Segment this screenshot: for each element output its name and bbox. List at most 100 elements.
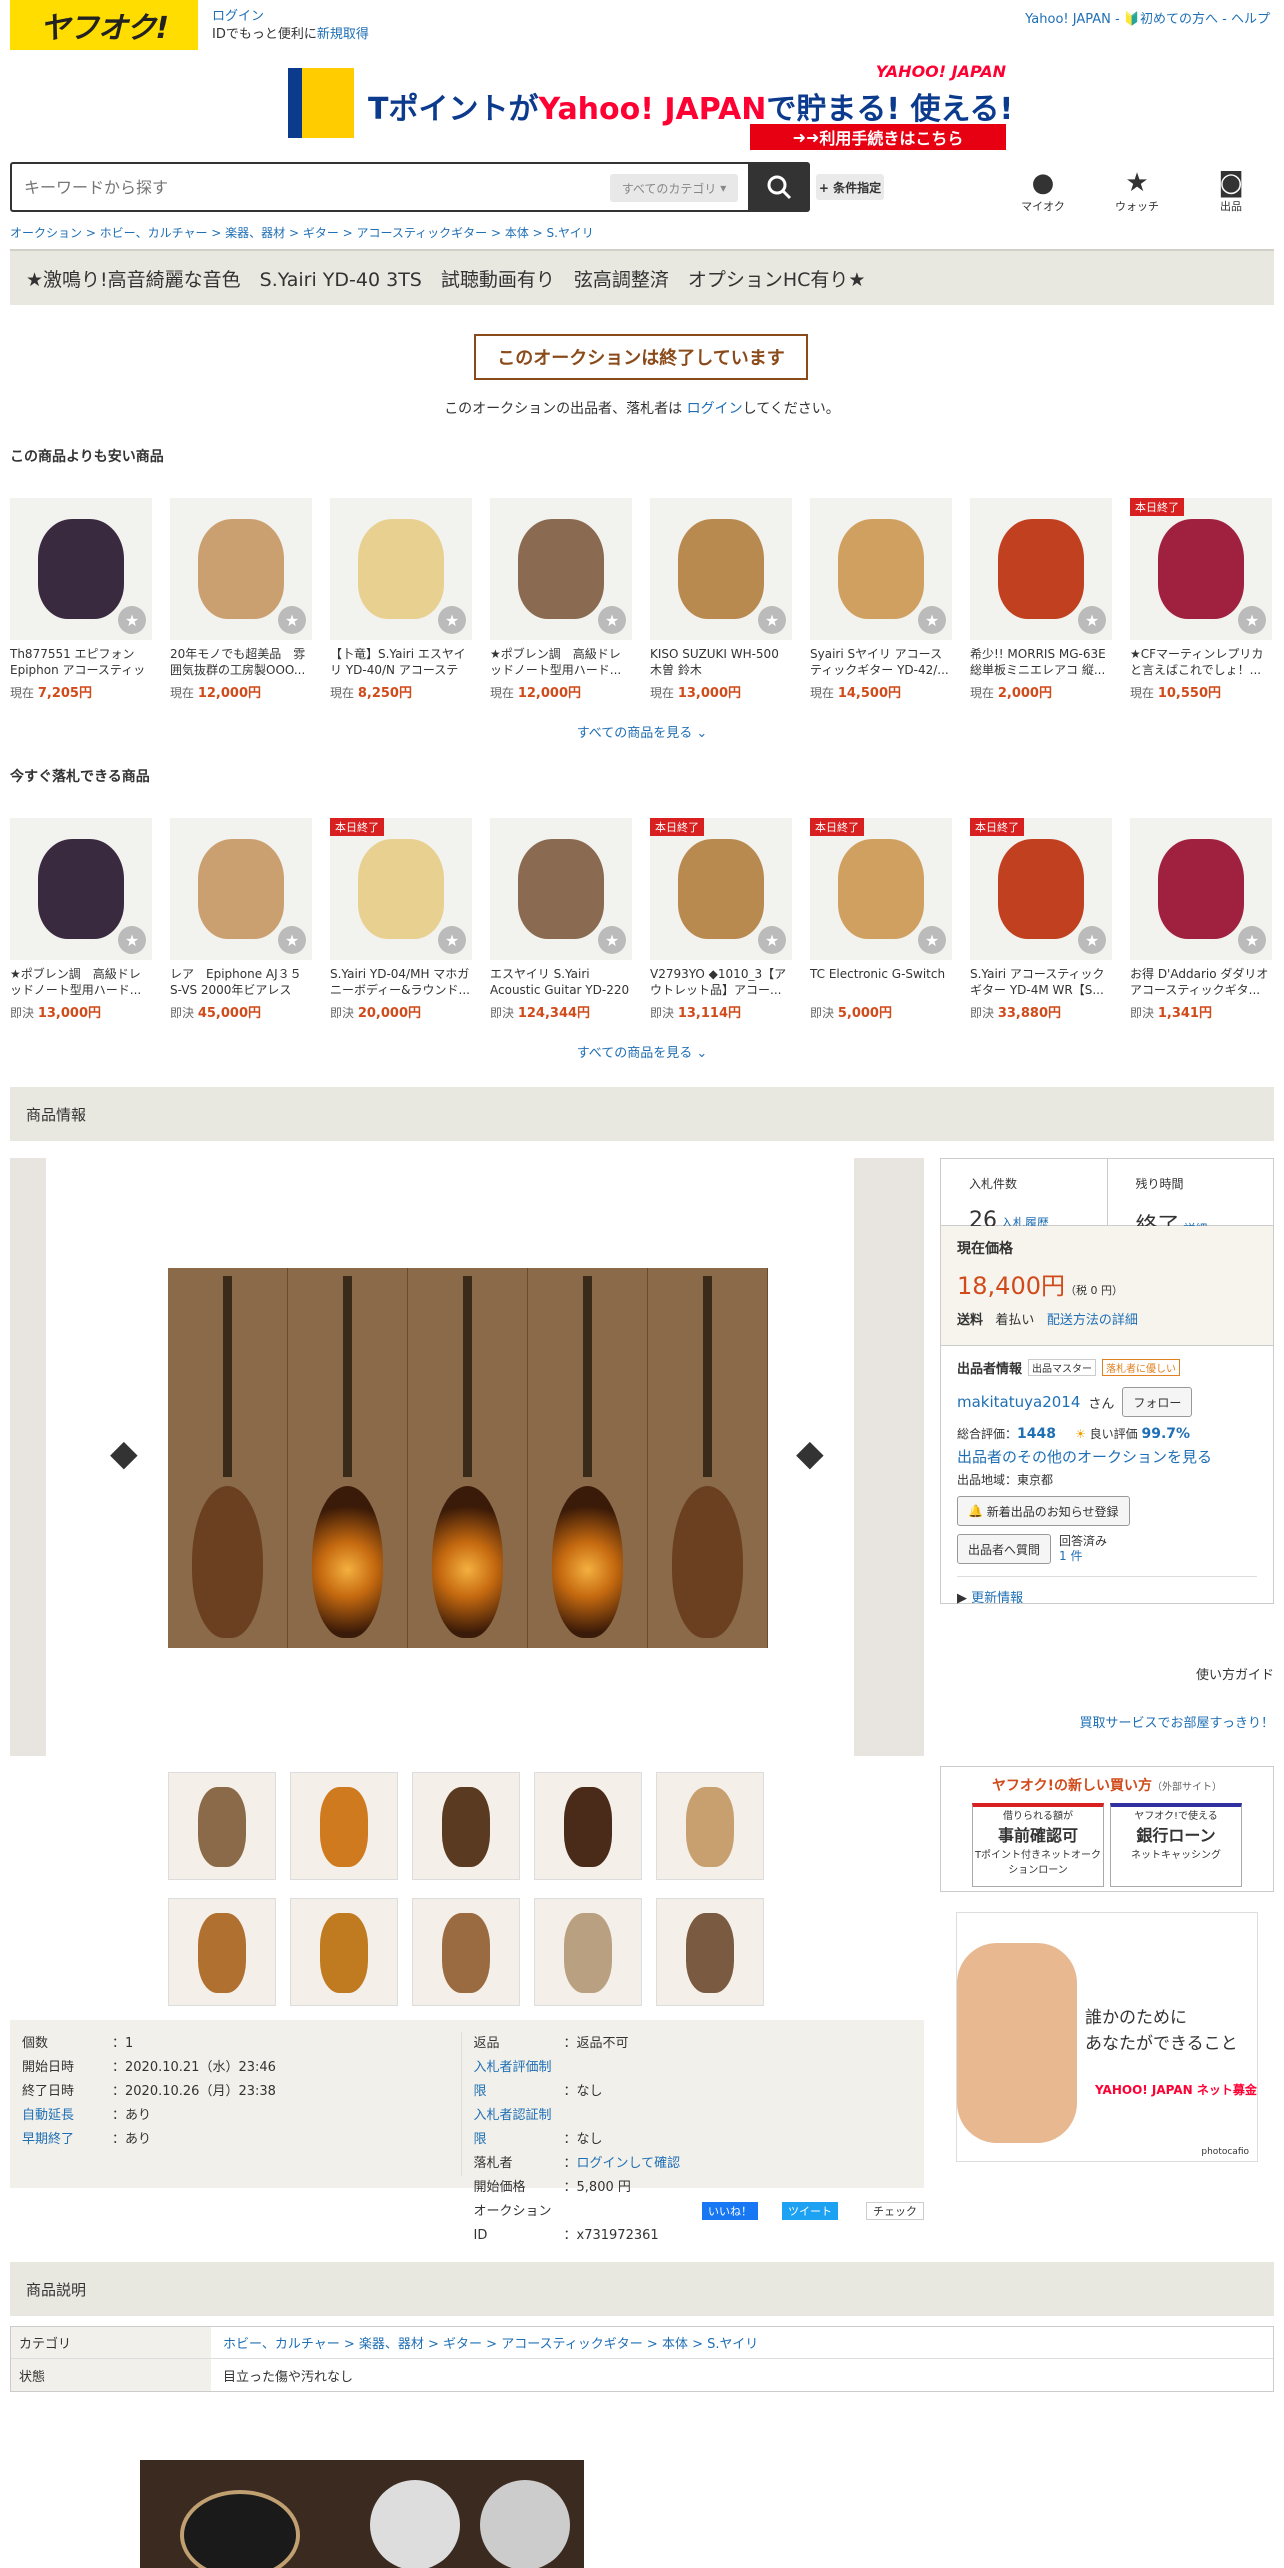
follow-button[interactable]: フォロー: [1122, 1387, 1193, 1417]
bank-loan-button[interactable]: ヤフオク!で使える 銀行ローン ネットキャッシング: [1110, 1803, 1242, 1887]
watch-star-icon[interactable]: ★: [278, 926, 306, 954]
buynow-item[interactable]: ★ ★ポブレン調 高級ドレッドノート型用ハード... 即決 13,000円: [10, 818, 152, 1021]
gallery-prev-arrow[interactable]: ◆: [110, 1433, 138, 1474]
item-title[interactable]: S.Yairi アコースティックギター YD-4M WR【S...: [970, 966, 1112, 998]
watch-star-icon[interactable]: ★: [118, 926, 146, 954]
buynow-item[interactable]: 本日終了 ★ V2793YO ◆1010_3【アウトレット品】アコー... 即決 13…: [650, 818, 792, 1021]
new-id-link[interactable]: 新規取得: [317, 27, 369, 42]
buynow-item[interactable]: ★ お得 D'Addario ダダリオ アコースティックギタ... 即決 1,341…: [1130, 818, 1272, 1021]
watch-star-icon[interactable]: ★: [438, 926, 466, 954]
seller-other-link[interactable]: 出品者のその他のオークションを見る: [957, 1448, 1212, 1466]
gallery-thumbnail[interactable]: [534, 1898, 642, 2006]
preapproval-button[interactable]: 借りられる額が 事前確認可 Tポイント付きネットオークションローン: [972, 1803, 1104, 1887]
watch-star-icon[interactable]: ★: [1238, 926, 1266, 954]
gallery-next-arrow[interactable]: ◆: [796, 1433, 824, 1474]
desc-category-link[interactable]: ホビー、カルチャー > 楽器、器材 > ギター > アコースティックギター > …: [223, 2337, 758, 2352]
watch-star-icon[interactable]: ★: [758, 606, 786, 634]
search-input[interactable]: [12, 164, 612, 210]
item-image[interactable]: ★: [490, 818, 632, 960]
yahuoku-logo[interactable]: ヤフオク!: [10, 0, 198, 50]
tweet-button[interactable]: ツイート: [782, 2202, 838, 2220]
ended-login-link[interactable]: ログイン: [687, 401, 743, 417]
gallery-thumbnail[interactable]: [412, 1772, 520, 1880]
cheaper-item[interactable]: ★ Th877551 エピフォン Epiphon アコースティック... 現在 7,…: [10, 498, 152, 701]
watch-star-icon[interactable]: ★: [598, 926, 626, 954]
watch-star-icon[interactable]: ★: [758, 926, 786, 954]
item-title[interactable]: 希少!! MORRIS MG-63E 総単板ミニエレアコ 縦...: [970, 646, 1112, 678]
check-button[interactable]: チェック: [866, 2202, 924, 2220]
login-link[interactable]: ログイン: [212, 9, 264, 24]
watch-star-icon[interactable]: ★: [918, 606, 946, 634]
watch-star-icon[interactable]: ★: [918, 926, 946, 954]
gallery-thumbnail[interactable]: [168, 1772, 276, 1880]
buynow-item[interactable]: ★ レア Epiphone AJ３５S-VS 2000年ビアレス工... 即決 45…: [170, 818, 312, 1021]
item-image[interactable]: 本日終了 ★: [1130, 498, 1272, 640]
item-image[interactable]: ★: [170, 818, 312, 960]
buynow-item[interactable]: 本日終了 ★ S.Yairi アコースティックギター YD-4M WR【S... 即決…: [970, 818, 1112, 1021]
watch-star-icon[interactable]: ★: [1238, 606, 1266, 634]
item-image[interactable]: 本日終了 ★: [810, 818, 952, 960]
item-image[interactable]: ★: [490, 498, 632, 640]
cheaper-item[interactable]: ★ Syairi Sヤイリ アコースティックギター YD-42/... 現在 14,…: [810, 498, 952, 701]
cheaper-item[interactable]: ★ KISO SUZUKI WH-500 木曽 鈴木 現在 13,000円: [650, 498, 792, 701]
item-image[interactable]: ★: [10, 498, 152, 640]
myauc-button[interactable]: ● マイオク: [1008, 168, 1078, 214]
watch-star-icon[interactable]: ★: [598, 606, 626, 634]
buynow-item[interactable]: 本日終了 ★ S.Yairi YD-04/MH マホガニーボディー&ラウンド... 即…: [330, 818, 472, 1021]
seller-name-link[interactable]: makitatuya2014: [957, 1393, 1080, 1411]
item-image[interactable]: 本日終了 ★: [330, 818, 472, 960]
item-image[interactable]: ★: [970, 498, 1112, 640]
item-title[interactable]: TC Electronic G-Switch: [810, 966, 952, 998]
category-select[interactable]: すべてのカテゴリ ▾: [610, 174, 738, 202]
update-link[interactable]: 更新情報: [971, 1591, 1023, 1606]
guide-link[interactable]: 使い方ガイド: [1196, 1664, 1274, 1683]
header-links[interactable]: Yahoo! JAPAN - 🔰初めての方へ - ヘルプ: [1025, 8, 1270, 27]
cheaper-item[interactable]: ★ 20年モノでも超美品 雰囲気抜群の工房製OOO... 現在 12,000円: [170, 498, 312, 701]
cheaper-item[interactable]: 本日終了 ★ ★CFマーティンレプリカと言えばこれでしょ！... 現在 10,550円: [1130, 498, 1272, 701]
search-button[interactable]: [748, 162, 810, 212]
cheaper-see-all[interactable]: すべての商品を見る ⌄: [0, 722, 1284, 741]
conditions-button[interactable]: + 条件指定: [816, 174, 884, 200]
sell-button[interactable]: ◙ 出品: [1196, 168, 1266, 214]
item-title[interactable]: KISO SUZUKI WH-500 木曽 鈴木: [650, 646, 792, 678]
gallery-thumbnail[interactable]: [168, 1898, 276, 2006]
item-image[interactable]: ★: [170, 498, 312, 640]
kaitori-link[interactable]: 買取サービスでお部屋すっきり！: [1080, 1712, 1274, 1731]
shipping-detail-link[interactable]: 配送方法の詳細: [1047, 1313, 1138, 1328]
item-title[interactable]: Th877551 エピフォン Epiphon アコースティック...: [10, 646, 152, 678]
gallery-thumbnail[interactable]: [534, 1772, 642, 1880]
item-title[interactable]: レア Epiphone AJ３５S-VS 2000年ビアレス工...: [170, 966, 312, 998]
item-title[interactable]: S.Yairi YD-04/MH マホガニーボディー&ラウンド...: [330, 966, 472, 998]
banner-button[interactable]: ➜➜ 利用手続きはこちら: [750, 124, 1006, 150]
item-title[interactable]: ★ポブレン調 高級ドレッドノート型用ハード...: [490, 646, 632, 678]
item-title[interactable]: 20年モノでも超美品 雰囲気抜群の工房製OOO...: [170, 646, 312, 678]
tpoint-banner[interactable]: TポイントがYahoo! JAPANで貯まる! 使える! YAHOO! JAPA…: [288, 62, 1013, 152]
item-image[interactable]: ★: [330, 498, 472, 640]
watch-star-icon[interactable]: ★: [1078, 926, 1106, 954]
gallery-thumbnail[interactable]: [290, 1898, 398, 2006]
gallery-thumbnail[interactable]: [412, 1898, 520, 2006]
item-title[interactable]: ★ポブレン調 高級ドレッドノート型用ハード...: [10, 966, 152, 998]
watch-star-icon[interactable]: ★: [438, 606, 466, 634]
answered-link[interactable]: 1 件: [1059, 1549, 1082, 1563]
item-image[interactable]: ★: [810, 498, 952, 640]
watch-button[interactable]: ★ ウォッチ: [1102, 168, 1172, 214]
cheaper-item[interactable]: ★ ★ポブレン調 高級ドレッドノート型用ハード... 現在 12,000円: [490, 498, 632, 701]
buynow-item[interactable]: ★ エスヤイリ S.Yairi Acoustic Guitar YD-220 即決 …: [490, 818, 632, 1021]
watch-star-icon[interactable]: ★: [278, 606, 306, 634]
item-image[interactable]: ★: [10, 818, 152, 960]
buynow-item[interactable]: 本日終了 ★ TC Electronic G-Switch 即決 5,000円: [810, 818, 952, 1021]
question-button[interactable]: 出品者へ質問: [957, 1534, 1052, 1564]
item-image[interactable]: ★: [650, 498, 792, 640]
gallery-thumbnail[interactable]: [290, 1772, 398, 1880]
main-guitar-image[interactable]: [168, 1268, 768, 1648]
gallery-thumbnail[interactable]: [656, 1898, 764, 2006]
item-title[interactable]: お得 D'Addario ダダリオ アコースティックギタ...: [1130, 966, 1272, 998]
gallery-thumbnail[interactable]: [656, 1772, 764, 1880]
item-title[interactable]: V2793YO ◆1010_3【アウトレット品】アコー...: [650, 966, 792, 998]
item-title[interactable]: 【卜竜】S.Yairi エスヤイリ YD-40/N アコースティ...: [330, 646, 472, 678]
buynow-see-all[interactable]: すべての商品を見る ⌄: [0, 1042, 1284, 1061]
item-title[interactable]: ★CFマーティンレプリカと言えばこれでしょ！...: [1130, 646, 1272, 678]
item-title[interactable]: Syairi Sヤイリ アコースティックギター YD-42/...: [810, 646, 952, 678]
cheaper-item[interactable]: ★ 【卜竜】S.Yairi エスヤイリ YD-40/N アコースティ... 現在 8…: [330, 498, 472, 701]
